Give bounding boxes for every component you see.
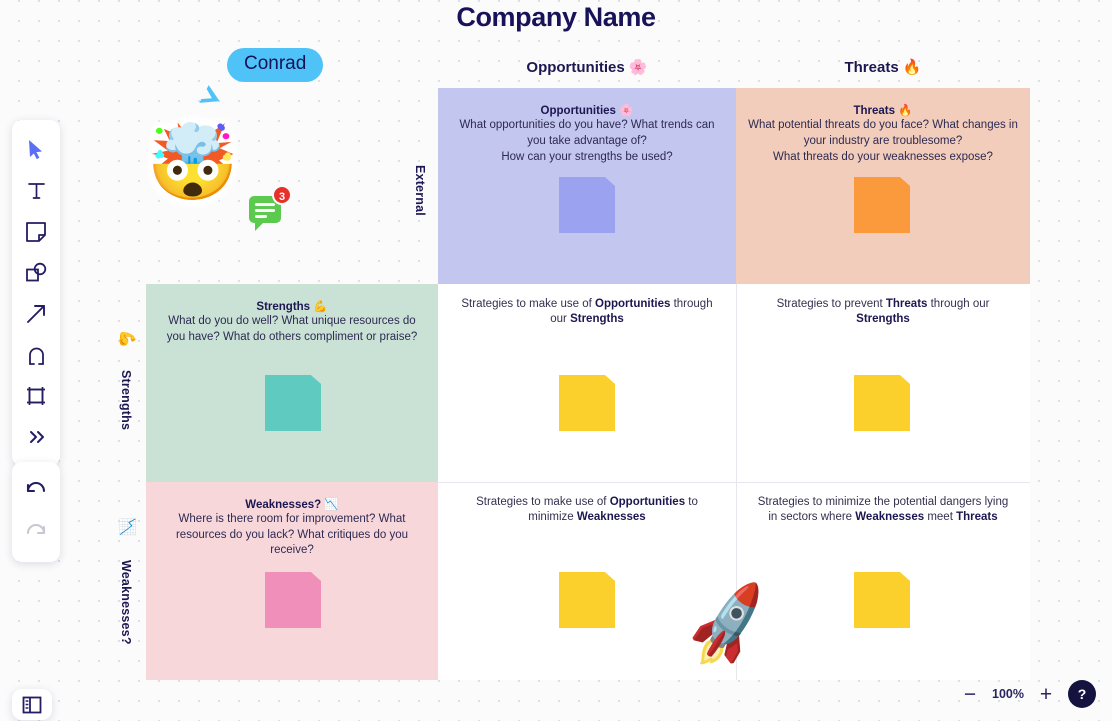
whiteboard-app: Company Name Opportunities 🌸 Threats 🔥 E… bbox=[0, 0, 1112, 721]
strategy-keyword-1: Weaknesses bbox=[855, 511, 925, 523]
collaborator-cursor-label: Conrad bbox=[227, 48, 324, 82]
quadrant-heading: Strengths 💪 bbox=[256, 301, 328, 313]
axis-label-strengths: Strengths bbox=[119, 369, 133, 431]
strategy-text: Strategies to make use of Opportunities … bbox=[438, 284, 736, 327]
strategy-keyword-2: Threats bbox=[956, 511, 998, 523]
strategy-keyword-2: Strengths bbox=[856, 313, 910, 325]
zoom-level-label: 100% bbox=[992, 687, 1024, 701]
pen-icon[interactable] bbox=[12, 334, 60, 375]
strategy-text: Strategies to make use of Opportunities … bbox=[438, 482, 736, 525]
quadrant-body-line-1: What do you do well? What unique resourc… bbox=[166, 315, 418, 343]
quadrant-body-line-2: How can your strengths be used? bbox=[501, 151, 673, 163]
redo-icon[interactable] bbox=[12, 512, 60, 554]
rocket-sticker[interactable]: 🚀 bbox=[679, 580, 778, 672]
exploding-head-sticker[interactable]: 🤯 bbox=[143, 113, 243, 213]
comment-count-badge: 3 bbox=[272, 185, 292, 205]
column-header-threats: Threats 🔥 bbox=[844, 59, 922, 76]
quadrant-body-line-1: Where is there room for improvement? Wha… bbox=[175, 513, 409, 556]
quadrant-body-line-1: What opportunities do you have? What tre… bbox=[459, 119, 715, 147]
axis-emoji-strengths: 💪 bbox=[118, 329, 136, 349]
arrow-icon[interactable] bbox=[12, 293, 60, 334]
zoom-in-button[interactable]: + bbox=[1037, 684, 1055, 705]
axis-label-weaknesses: Weaknesses? bbox=[119, 559, 133, 645]
shapes-icon[interactable] bbox=[12, 252, 60, 293]
column-header-opportunities: Opportunities 🌸 bbox=[526, 59, 648, 76]
strategy-keyword-2: Strengths bbox=[570, 313, 624, 325]
frame-icon[interactable] bbox=[12, 375, 60, 416]
axis-label-external: External bbox=[413, 164, 427, 216]
strategy-text: Strategies to prevent Threats through ou… bbox=[736, 284, 1030, 327]
strategy-middle: meet bbox=[924, 511, 957, 523]
comment-line bbox=[255, 203, 275, 206]
sticky-note-strategy-so[interactable] bbox=[559, 375, 615, 431]
strategy-keyword-1: Opportunities bbox=[595, 298, 671, 310]
more-tools-icon[interactable] bbox=[12, 416, 60, 457]
text-icon[interactable] bbox=[12, 170, 60, 211]
history-panel bbox=[12, 462, 60, 562]
quadrant-body-line-1: What potential threats do you face? What… bbox=[748, 119, 1018, 147]
left-toolbar bbox=[12, 120, 60, 466]
sticky-note-threats[interactable] bbox=[854, 177, 910, 233]
strategy-prefix: Strategies to make use of bbox=[476, 496, 610, 508]
sidebar-panel-icon bbox=[22, 696, 42, 713]
zoom-controls: − 100% + ? bbox=[961, 680, 1096, 708]
cell-divider-horizontal bbox=[438, 482, 1030, 483]
strategy-prefix: Strategies to make use of bbox=[461, 298, 595, 310]
sticky-note-icon[interactable] bbox=[12, 211, 60, 252]
strategy-prefix: Strategies to prevent bbox=[776, 298, 886, 310]
panel-toggle-button[interactable] bbox=[12, 689, 52, 720]
sticky-note-strengths[interactable] bbox=[265, 375, 321, 431]
strategy-keyword-1: Threats bbox=[885, 298, 928, 310]
sticky-note-strategy-wt[interactable] bbox=[854, 572, 910, 628]
zoom-out-button[interactable]: − bbox=[961, 684, 979, 705]
quadrant-heading: Opportunities 🌸 bbox=[540, 105, 634, 117]
strategy-middle: through our bbox=[927, 298, 990, 310]
sticky-note-weaknesses[interactable] bbox=[265, 572, 321, 628]
comment-line bbox=[255, 209, 275, 212]
help-button[interactable]: ? bbox=[1068, 680, 1096, 708]
strategy-keyword-1: Opportunities bbox=[609, 496, 686, 508]
quadrant-heading: Threats 🔥 bbox=[853, 105, 913, 117]
comment-line bbox=[255, 215, 267, 218]
comment-pin[interactable]: 3 bbox=[249, 185, 292, 231]
cursor-icon[interactable] bbox=[12, 129, 60, 170]
strategy-keyword-2: Weaknesses bbox=[576, 511, 646, 523]
undo-icon[interactable] bbox=[12, 470, 60, 512]
axis-emoji-weaknesses: 📉 bbox=[118, 517, 136, 537]
sticky-note-opportunities[interactable] bbox=[559, 177, 615, 233]
strategy-text: Strategies to minimize the potential dan… bbox=[736, 482, 1030, 525]
sticky-note-strategy-st[interactable] bbox=[854, 375, 910, 431]
sticky-note-strategy-wo[interactable] bbox=[559, 572, 615, 628]
quadrant-body-line-2: What threats do your weaknesses expose? bbox=[773, 151, 993, 163]
quadrant-heading: Weaknesses? 📉 bbox=[245, 499, 339, 511]
board-title: Company Name bbox=[456, 2, 656, 32]
